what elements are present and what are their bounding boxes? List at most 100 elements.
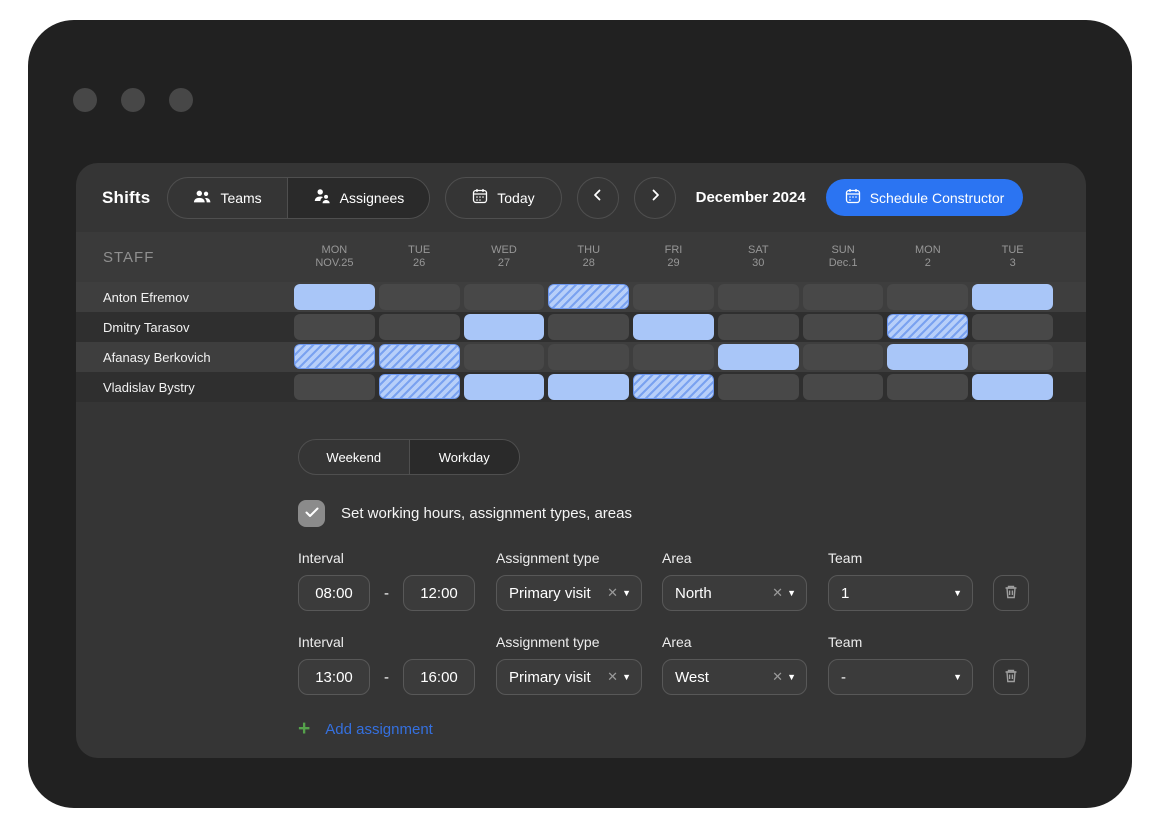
area-select[interactable]: North ✕ ▼ xyxy=(662,575,807,611)
assignment-type-label: Assignment type xyxy=(496,634,642,650)
shift-cell-solid[interactable] xyxy=(972,284,1053,310)
shift-cell-solid[interactable] xyxy=(972,374,1053,400)
shift-cell-hatched[interactable] xyxy=(633,374,714,399)
interval-start-input[interactable]: 13:00 xyxy=(298,659,370,695)
shift-cell-empty[interactable] xyxy=(633,284,714,310)
assignees-icon xyxy=(313,188,331,207)
shift-cell-empty[interactable] xyxy=(464,284,545,310)
chevron-down-icon: ▼ xyxy=(953,672,962,682)
interval-group: Interval 08:00 - 12:00 xyxy=(298,550,475,611)
shift-cell-solid[interactable] xyxy=(633,314,714,340)
chevron-down-icon: ▼ xyxy=(787,588,796,598)
tab-weekend[interactable]: Weekend xyxy=(299,440,409,474)
table-row: Vladislav Bystry xyxy=(76,372,1086,402)
shift-cell-solid[interactable] xyxy=(464,314,545,340)
day-header: FRI29 xyxy=(631,244,716,270)
shift-cell-slot xyxy=(546,374,631,400)
shift-cell-slot xyxy=(716,314,801,340)
day-header: MON2 xyxy=(885,244,970,270)
area-select[interactable]: West ✕ ▼ xyxy=(662,659,807,695)
shift-cell-hatched[interactable] xyxy=(379,374,460,399)
shift-cell-solid[interactable] xyxy=(464,374,545,400)
working-hours-row: Set working hours, assignment types, are… xyxy=(298,500,1086,527)
trash-icon xyxy=(1003,584,1019,603)
assignment-type-select[interactable]: Primary visit ✕ ▼ xyxy=(496,575,642,611)
shift-cell-empty[interactable] xyxy=(718,374,799,400)
clear-icon[interactable]: ✕ xyxy=(772,669,783,685)
shift-cell-empty[interactable] xyxy=(294,314,375,340)
shift-cell-hatched[interactable] xyxy=(294,344,375,369)
shift-cell-empty[interactable] xyxy=(548,344,629,370)
window-dot[interactable] xyxy=(121,88,145,112)
shift-cell-empty[interactable] xyxy=(803,374,884,400)
shift-cell-hatched[interactable] xyxy=(548,284,629,309)
shift-cell-solid[interactable] xyxy=(718,344,799,370)
clear-icon[interactable]: ✕ xyxy=(607,669,618,685)
shift-cell-slot xyxy=(801,314,886,340)
shift-cell-slot xyxy=(885,344,970,370)
window-dot[interactable] xyxy=(169,88,193,112)
prev-period-button[interactable] xyxy=(577,177,619,219)
staff-name: Vladislav Bystry xyxy=(76,380,292,395)
view-switcher: Teams Assignees xyxy=(167,177,430,219)
shift-cell-empty[interactable] xyxy=(887,284,968,310)
shift-cell-empty[interactable] xyxy=(803,344,884,370)
shift-cell-empty[interactable] xyxy=(294,374,375,400)
shift-cell-empty[interactable] xyxy=(379,314,460,340)
interval-label: Interval xyxy=(298,634,475,650)
shift-cell-slot xyxy=(462,374,547,400)
day-header: MONNOV.25 xyxy=(292,244,377,270)
shift-cell-empty[interactable] xyxy=(464,344,545,370)
shift-cell-empty[interactable] xyxy=(379,284,460,310)
working-hours-label: Set working hours, assignment types, are… xyxy=(341,505,632,522)
shift-cell-solid[interactable] xyxy=(887,344,968,370)
tab-workday[interactable]: Workday xyxy=(409,440,520,474)
next-period-button[interactable] xyxy=(634,177,676,219)
grid-header: STAFF MONNOV.25TUE26WED27THU28FRI29SAT30… xyxy=(76,232,1086,282)
shift-cell-hatched[interactable] xyxy=(887,314,968,339)
shift-cell-empty[interactable] xyxy=(972,344,1053,370)
team-select[interactable]: - ▼ xyxy=(828,659,973,695)
area-label: Area xyxy=(662,634,807,650)
delete-assignment-button[interactable] xyxy=(993,575,1029,611)
shift-cell-empty[interactable] xyxy=(718,314,799,340)
window-dot[interactable] xyxy=(73,88,97,112)
staff-name: Dmitry Tarasov xyxy=(76,320,292,335)
shift-cell-solid[interactable] xyxy=(294,284,375,310)
assignment-type-group: Assignment type Primary visit ✕ ▼ xyxy=(496,634,642,695)
shift-cell-empty[interactable] xyxy=(803,314,884,340)
schedule-constructor-button[interactable]: Schedule Constructor xyxy=(826,179,1024,216)
interval-start-input[interactable]: 08:00 xyxy=(298,575,370,611)
tab-teams[interactable]: Teams xyxy=(168,178,286,218)
calendar-icon xyxy=(472,188,488,207)
tab-teams-label: Teams xyxy=(220,190,261,206)
shift-cell-slot xyxy=(885,284,970,310)
shift-cell-slot xyxy=(801,344,886,370)
team-group: Team 1 ▼ xyxy=(828,550,973,611)
clear-icon[interactable]: ✕ xyxy=(772,585,783,601)
shift-cell-hatched[interactable] xyxy=(379,344,460,369)
working-hours-checkbox[interactable] xyxy=(298,500,325,527)
team-select[interactable]: 1 ▼ xyxy=(828,575,973,611)
tab-assignees[interactable]: Assignees xyxy=(287,178,430,218)
shift-cell-empty[interactable] xyxy=(887,374,968,400)
schedule-constructor-label: Schedule Constructor xyxy=(870,190,1005,206)
staff-header: STAFF xyxy=(76,249,292,266)
device-frame: Shifts Teams Assignees xyxy=(28,20,1132,808)
shift-cell-empty[interactable] xyxy=(718,284,799,310)
clear-icon[interactable]: ✕ xyxy=(607,585,618,601)
interval-end-input[interactable]: 16:00 xyxy=(403,659,475,695)
shift-cell-empty[interactable] xyxy=(548,314,629,340)
shift-cell-solid[interactable] xyxy=(548,374,629,400)
shift-cell-empty[interactable] xyxy=(633,344,714,370)
shift-cell-empty[interactable] xyxy=(803,284,884,310)
assignment-type-select[interactable]: Primary visit ✕ ▼ xyxy=(496,659,642,695)
delete-assignment-button[interactable] xyxy=(993,659,1029,695)
add-assignment-button[interactable]: + Add assignment xyxy=(298,719,1086,739)
schedule-grid: Anton EfremovDmitry TarasovAfanasy Berko… xyxy=(76,282,1086,402)
today-button[interactable]: Today xyxy=(445,177,561,219)
shift-cell-empty[interactable] xyxy=(972,314,1053,340)
chevron-down-icon: ▼ xyxy=(953,588,962,598)
chevron-left-icon xyxy=(591,188,605,207)
interval-end-input[interactable]: 12:00 xyxy=(403,575,475,611)
